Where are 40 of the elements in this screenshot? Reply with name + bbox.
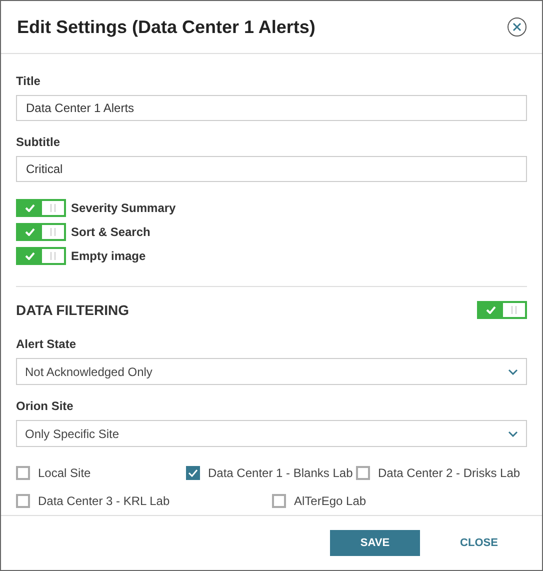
toggle-switch[interactable] <box>16 247 66 265</box>
checkbox-label: Data Center 3 - KRL Lab <box>38 494 170 508</box>
section-heading: DATA FILTERING <box>16 302 130 318</box>
checkbox-label: Data Center 2 - Drisks Lab <box>378 466 520 480</box>
checkbox[interactable] <box>356 466 370 480</box>
checkbox[interactable] <box>186 466 200 480</box>
input-field[interactable]: Data Center 1 Alerts <box>16 95 527 121</box>
checkbox-label: Local Site <box>38 466 91 480</box>
toggle-switch[interactable] <box>16 199 66 217</box>
check-icon <box>25 204 35 212</box>
field-label: Title <box>16 74 42 88</box>
chevron-down-icon <box>508 430 518 436</box>
field-label: Orion Site <box>16 399 74 413</box>
input-field[interactable]: Critical <box>16 156 527 182</box>
grip-icon <box>511 306 517 314</box>
close-icon[interactable] <box>507 17 527 37</box>
dropdown[interactable]: Only Specific Site <box>16 420 527 447</box>
dropdown[interactable]: Not Acknowledged Only <box>16 358 527 385</box>
toggle-switch[interactable] <box>16 223 66 241</box>
checkbox[interactable] <box>16 466 30 480</box>
check-icon <box>25 252 35 260</box>
toggle-label: Severity Summary <box>71 201 176 215</box>
toggle-label: Empty image <box>71 249 146 263</box>
toggle-label: Sort & Search <box>71 225 150 239</box>
checkbox[interactable] <box>16 494 30 508</box>
field-label: Alert State <box>16 337 78 351</box>
grip-icon <box>50 228 56 236</box>
checkbox-label: Data Center 1 - Blanks Lab <box>208 466 353 480</box>
grip-icon <box>50 252 56 260</box>
field-label: Subtitle <box>16 135 61 149</box>
toggle-switch[interactable] <box>477 301 527 319</box>
chevron-down-icon <box>508 368 518 374</box>
checkbox[interactable] <box>272 494 286 508</box>
check-icon <box>25 228 35 236</box>
grip-icon <box>50 204 56 212</box>
close-button[interactable]: CLOSE <box>444 536 514 550</box>
check-icon <box>486 306 496 314</box>
save-button[interactable]: SAVE <box>330 530 420 556</box>
dialog-title: Edit Settings (Data Center 1 Alerts) <box>17 16 316 38</box>
checkbox-label: AlTerEgo Lab <box>294 494 366 508</box>
